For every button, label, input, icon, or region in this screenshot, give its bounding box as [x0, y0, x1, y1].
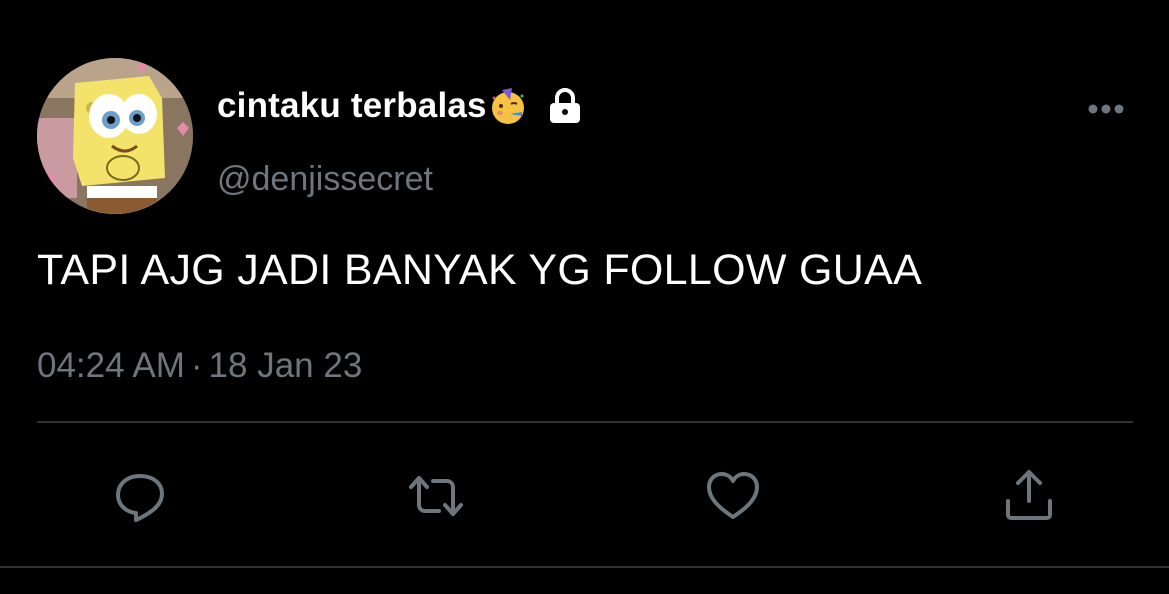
avatar[interactable] — [37, 58, 193, 214]
like-button[interactable] — [703, 466, 763, 526]
retweet-button[interactable] — [406, 466, 466, 526]
lock-icon — [549, 88, 580, 123]
timestamp[interactable]: 04:24 AM · 18 Jan 23 — [37, 346, 362, 386]
user-handle[interactable]: @denjissecret — [217, 160, 433, 199]
tweet-time: 04:24 AM — [37, 346, 185, 385]
display-name-row[interactable]: cintaku terbalas — [217, 83, 586, 129]
bottom-divider — [0, 566, 1169, 568]
share-icon — [1006, 470, 1052, 520]
timestamp-separator: · — [190, 346, 203, 385]
retweet-icon — [409, 476, 463, 516]
divider — [37, 421, 1133, 423]
tweet-card: cintaku terbalas @denjissecret TAPI AJG … — [0, 0, 1169, 594]
share-button[interactable] — [999, 466, 1059, 526]
avatar-image — [37, 58, 193, 214]
partying-face-emoji-icon — [491, 88, 524, 124]
more-options-icon[interactable] — [1086, 98, 1126, 120]
tweet-date: 18 Jan 23 — [208, 346, 363, 385]
like-icon — [707, 472, 759, 519]
reply-button[interactable] — [110, 466, 170, 526]
display-name[interactable]: cintaku terbalas — [217, 86, 487, 126]
tweet-text: TAPI AJG JADI BANYAK YG FOLLOW GUAA — [37, 246, 923, 294]
reply-icon — [116, 474, 164, 522]
